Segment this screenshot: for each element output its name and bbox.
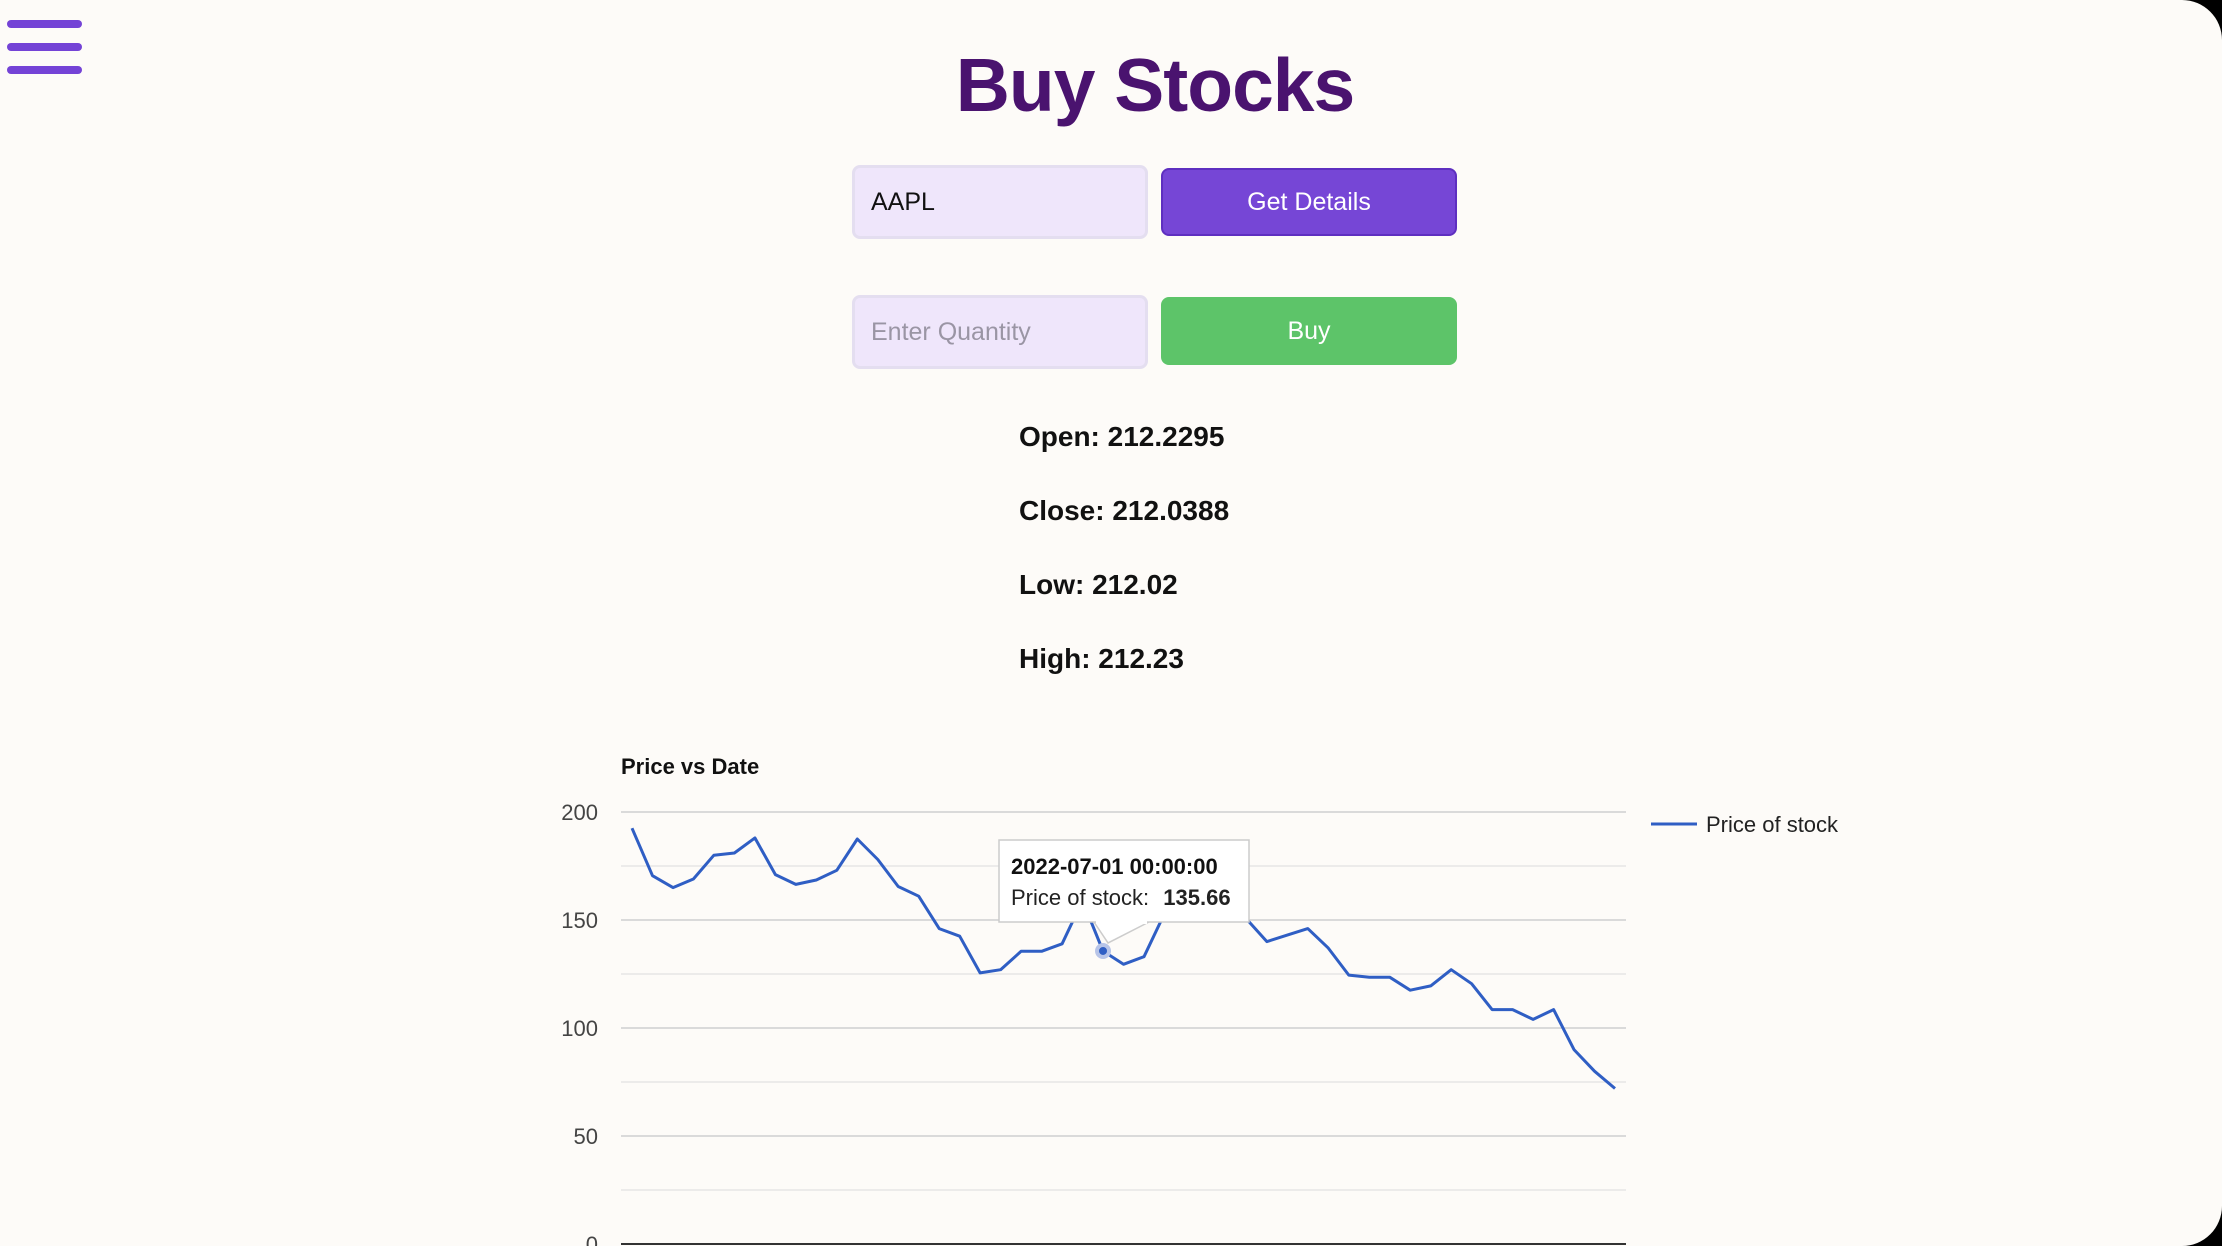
y-tick-label: 150: [561, 908, 598, 933]
chart-y-axis: 0 50 100 150 200: [561, 800, 598, 1246]
price-chart: Price vs Date 0 50 100 150 200 Price of stoc…: [561, 754, 1839, 1246]
legend-label-price: Price of stock: [1706, 812, 1839, 837]
y-tick-label: 50: [574, 1124, 598, 1149]
tooltip-pointer: [1092, 921, 1150, 944]
chart-title: Price vs Date: [621, 754, 759, 779]
data-point[interactable]: [1095, 942, 1112, 959]
tooltip-pointer-join: [1096, 920, 1147, 924]
chart-points: [1095, 942, 1112, 959]
y-tick-label: 100: [561, 1016, 598, 1041]
chart-tooltip: 2022-07-01 00:00:00 Price of stock: 135.…: [998, 839, 1250, 944]
y-tick-label: 0: [586, 1232, 598, 1246]
page: Buy Stocks Get Details Buy Open: 212.229…: [0, 0, 2222, 1246]
tooltip-value-line: Price of stock: 135.66: [1011, 885, 1231, 910]
tooltip-series-label: Price of stock:: [1011, 885, 1149, 910]
tooltip-date: 2022-07-01 00:00:00: [1011, 854, 1218, 879]
chart-legend: Price of stock: [1651, 812, 1839, 837]
tooltip-value: 135.66: [1163, 885, 1230, 910]
y-tick-label: 200: [561, 800, 598, 825]
